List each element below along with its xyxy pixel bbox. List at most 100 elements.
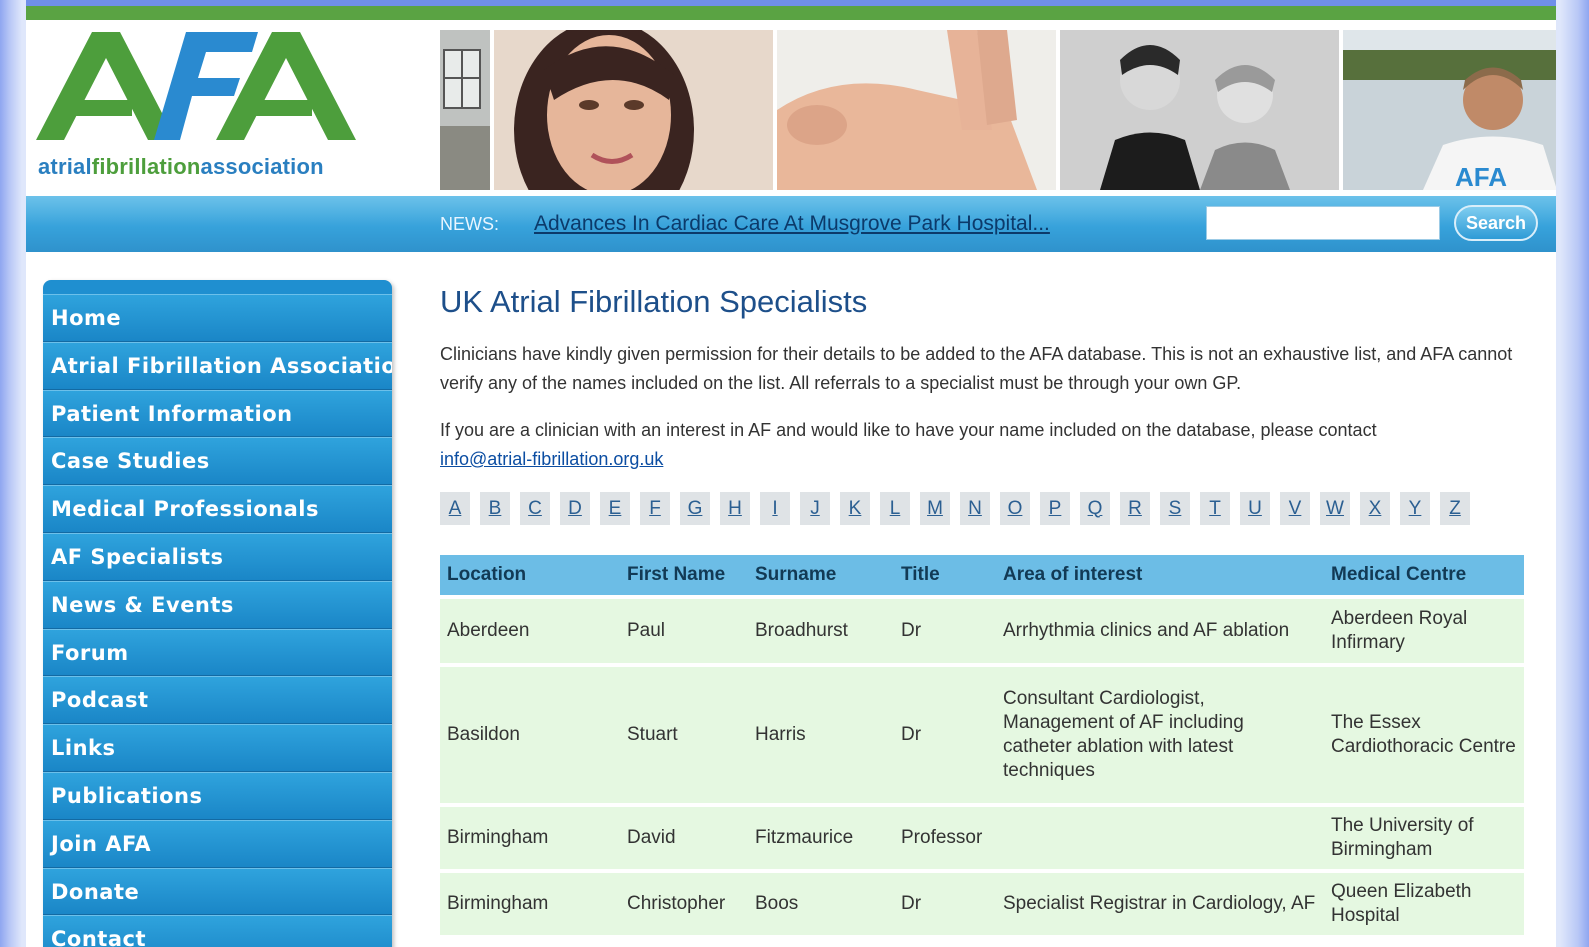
- cell-location: Aberdeen: [440, 599, 620, 663]
- cell-medical-centre: Queen Elizabeth Hospital: [1324, 873, 1524, 935]
- alphabet-letter-f[interactable]: F: [640, 492, 670, 525]
- alphabet-letter-b[interactable]: B: [480, 492, 510, 525]
- cell-first-name: Christopher: [620, 873, 748, 935]
- cell-title: Dr: [894, 667, 996, 803]
- alphabet-letter-n[interactable]: N: [960, 492, 990, 525]
- alphabet-letter-s[interactable]: S: [1160, 492, 1190, 525]
- cell-surname: Boos: [748, 873, 894, 935]
- banner-photo-wrist: [776, 30, 1056, 190]
- header-banner: AFA: [440, 30, 1556, 190]
- alphabet-letter-x[interactable]: X: [1360, 492, 1390, 525]
- sidebar-item-patient-information[interactable]: Patient Information: [43, 389, 392, 438]
- alphabet-letter-t[interactable]: T: [1200, 492, 1230, 525]
- sidebar-item-podcast[interactable]: Podcast: [43, 676, 392, 725]
- alphabet-letter-w[interactable]: W: [1320, 492, 1350, 525]
- alphabet-letter-d[interactable]: D: [560, 492, 590, 525]
- page: atrialfibrillationassociation AFA NEWS: …: [26, 0, 1556, 947]
- alphabet-letter-o[interactable]: O: [1000, 492, 1030, 525]
- table-header-row: Location First Name Surname Title Area o…: [440, 555, 1524, 595]
- alphabet-letter-q[interactable]: Q: [1080, 492, 1110, 525]
- alphabet-letter-v[interactable]: V: [1280, 492, 1310, 525]
- top-green-bar: [26, 0, 1556, 20]
- cell-location: Basildon: [440, 667, 620, 803]
- table-row: Birmingham Christopher Boos Dr Specialis…: [440, 873, 1524, 935]
- alphabet-letter-c[interactable]: C: [520, 492, 550, 525]
- cell-surname: Fitzmaurice: [748, 807, 894, 869]
- table-row: Aberdeen Paul Broadhurst Dr Arrhythmia c…: [440, 599, 1524, 663]
- sidebar-item-donate[interactable]: Donate: [43, 867, 392, 916]
- sidebar-item-case-studies[interactable]: Case Studies: [43, 437, 392, 486]
- cell-first-name: David: [620, 807, 748, 869]
- specialists-table: Location First Name Surname Title Area o…: [440, 551, 1524, 939]
- cell-area: Consultant Cardiologist, Management of A…: [996, 667, 1324, 803]
- news-label: NEWS:: [440, 214, 500, 234]
- banner-photo-women: [1059, 30, 1339, 190]
- table-row: Birmingham David Fitzmaurice Professor T…: [440, 807, 1524, 869]
- main-content: UK Atrial Fibrillation Specialists Clini…: [440, 280, 1530, 939]
- alphabet-letter-u[interactable]: U: [1240, 492, 1270, 525]
- cell-title: Dr: [894, 599, 996, 663]
- cell-location: Birmingham: [440, 807, 620, 869]
- cell-first-name: Stuart: [620, 667, 748, 803]
- sidebar-item-publications[interactable]: Publications: [43, 771, 392, 820]
- banner-photo-house: [440, 30, 490, 190]
- page-title: UK Atrial Fibrillation Specialists: [440, 284, 868, 319]
- header: atrialfibrillationassociation AFA: [26, 20, 1556, 196]
- sidebar-item-medical-professionals[interactable]: Medical Professionals: [43, 485, 392, 533]
- sidebar-item-forum[interactable]: Forum: [43, 628, 392, 677]
- cell-area: Arrhythmia clinics and AF ablation: [996, 599, 1324, 663]
- alphabet-letter-m[interactable]: M: [920, 492, 950, 525]
- sidebar-item-home[interactable]: Home: [43, 294, 392, 342]
- contact-text: If you are a clinician with an interest …: [440, 420, 1377, 440]
- alphabet-letter-i[interactable]: I: [760, 492, 790, 525]
- alphabet-letter-e[interactable]: E: [600, 492, 630, 525]
- banner-photo-woman: [493, 30, 773, 190]
- alphabet-letter-l[interactable]: L: [880, 492, 910, 525]
- afa-logo[interactable]: atrialfibrillationassociation: [36, 28, 366, 188]
- sidebar-item-join-afa[interactable]: Join AFA: [43, 819, 392, 868]
- news-bar: NEWS: Advances In Cardiac Care At Musgro…: [26, 196, 1556, 252]
- banner-photo-man: AFA: [1342, 30, 1556, 190]
- cell-medical-centre: The Essex Cardiothoracic Centre: [1324, 667, 1524, 803]
- alphabet-letter-a[interactable]: A: [440, 492, 470, 525]
- alphabet-letter-p[interactable]: P: [1040, 492, 1070, 525]
- search-input[interactable]: [1206, 206, 1440, 240]
- header-location: Location: [440, 555, 620, 595]
- intro-paragraph: Clinicians have kindly given permission …: [440, 344, 1513, 393]
- alphabet-letter-g[interactable]: G: [680, 492, 710, 525]
- header-medical-centre: Medical Centre: [1324, 555, 1524, 595]
- table-row: Basildon Stuart Harris Dr Consultant Car…: [440, 667, 1524, 803]
- cell-area: [996, 807, 1324, 869]
- header-area: Area of interest: [996, 555, 1324, 595]
- sidebar-item-news-events[interactable]: News & Events: [43, 580, 392, 629]
- header-first-name: First Name: [620, 555, 748, 595]
- sidebar-item-afa[interactable]: Atrial Fibrillation Association: [43, 341, 392, 390]
- search-button[interactable]: Search: [1454, 205, 1538, 241]
- cell-title: Dr: [894, 873, 996, 935]
- sidebar-nav: Home Atrial Fibrillation Association Pat…: [43, 280, 392, 947]
- cell-medical-centre: Aberdeen Royal Infirmary: [1324, 599, 1524, 663]
- alphabet-filter: ABCDEFGHIJKLMNOPQRSTUVWXYZ: [440, 492, 1530, 525]
- alphabet-letter-z[interactable]: Z: [1440, 492, 1470, 525]
- cell-location: Birmingham: [440, 873, 620, 935]
- contact-paragraph: If you are a clinician with an interest …: [440, 416, 1530, 474]
- logo-wordmark: atrialfibrillationassociation: [38, 154, 324, 179]
- header-title: Title: [894, 555, 996, 595]
- cell-first-name: Paul: [620, 599, 748, 663]
- cell-surname: Broadhurst: [748, 599, 894, 663]
- svg-text:AFA: AFA: [1455, 162, 1507, 190]
- header-surname: Surname: [748, 555, 894, 595]
- cell-area: Specialist Registrar in Cardiology, AF: [996, 873, 1324, 935]
- cell-medical-centre: The University of Birmingham: [1324, 807, 1524, 869]
- news-headline-link[interactable]: Advances In Cardiac Care At Musgrove Par…: [534, 212, 1050, 236]
- contact-email-link[interactable]: info@atrial-fibrillation.org.uk: [440, 449, 663, 469]
- alphabet-letter-r[interactable]: R: [1120, 492, 1150, 525]
- cell-title: Professor: [894, 807, 996, 869]
- sidebar-item-links[interactable]: Links: [43, 724, 392, 772]
- alphabet-letter-y[interactable]: Y: [1400, 492, 1430, 525]
- sidebar-item-contact[interactable]: Contact: [43, 915, 392, 947]
- sidebar-item-af-specialists[interactable]: AF Specialists: [43, 532, 392, 581]
- alphabet-letter-h[interactable]: H: [720, 492, 750, 525]
- alphabet-letter-k[interactable]: K: [840, 492, 870, 525]
- alphabet-letter-j[interactable]: J: [800, 492, 830, 525]
